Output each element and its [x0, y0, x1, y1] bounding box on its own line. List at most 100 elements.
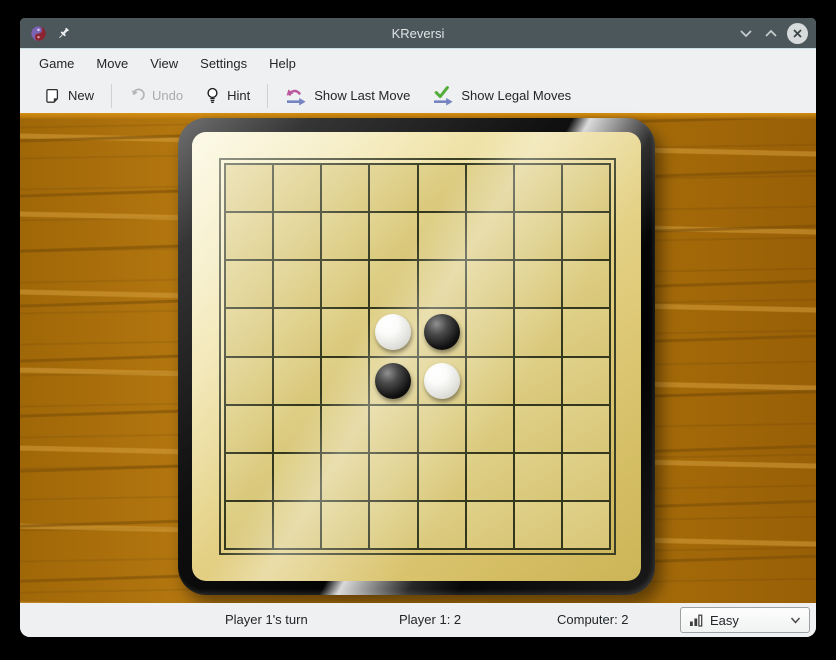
board-cell[interactable] [467, 261, 513, 307]
board-cell[interactable] [419, 309, 465, 355]
board-cell[interactable] [322, 309, 368, 355]
board-cell[interactable] [419, 502, 465, 548]
turn-status-text: Player 1's turn [225, 603, 308, 637]
board-cell[interactable] [226, 454, 272, 500]
player1-score-text: Player 1: 2 [399, 603, 461, 637]
board-cell[interactable] [370, 309, 416, 355]
board-cell[interactable] [370, 165, 416, 211]
computer-score-text: Computer: 2 [557, 603, 629, 637]
board-cell[interactable] [515, 406, 561, 452]
difficulty-dropdown[interactable]: Easy [680, 607, 810, 633]
board-cell[interactable] [467, 406, 513, 452]
board-cell[interactable] [274, 261, 320, 307]
board-cell[interactable] [467, 502, 513, 548]
board-cell[interactable] [515, 454, 561, 500]
window-title: KReversi [20, 26, 816, 41]
board-cell[interactable] [274, 502, 320, 548]
board-cell[interactable] [467, 454, 513, 500]
board-cell[interactable] [563, 165, 609, 211]
board-cell[interactable] [563, 502, 609, 548]
board-cell[interactable] [419, 165, 465, 211]
board-grid [224, 163, 611, 550]
board-cell[interactable] [370, 502, 416, 548]
board-cell[interactable] [515, 502, 561, 548]
difficulty-bars-icon [689, 613, 703, 627]
menubar: Game Move View Settings Help [20, 49, 816, 78]
board-cell[interactable] [322, 406, 368, 452]
black-piece [424, 314, 460, 350]
board-cell[interactable] [419, 213, 465, 259]
menu-settings[interactable]: Settings [189, 49, 258, 78]
board-cell[interactable] [467, 165, 513, 211]
board-cell[interactable] [322, 261, 368, 307]
board-cell[interactable] [515, 261, 561, 307]
board-cell[interactable] [370, 213, 416, 259]
board-cell[interactable] [370, 261, 416, 307]
show-last-move-label: Show Last Move [314, 88, 410, 103]
board-cell[interactable] [563, 454, 609, 500]
board-cell[interactable] [322, 454, 368, 500]
undo-arrow-icon [129, 88, 145, 104]
board-cell[interactable] [274, 309, 320, 355]
hint-button[interactable]: Hint [194, 81, 261, 111]
board-cell[interactable] [467, 213, 513, 259]
new-button[interactable]: New [34, 81, 105, 111]
board-cell[interactable] [370, 406, 416, 452]
board-cell[interactable] [274, 406, 320, 452]
menu-view[interactable]: View [139, 49, 189, 78]
game-area-wood-background [20, 113, 816, 603]
titlebar[interactable]: KReversi [20, 18, 816, 49]
board-cell[interactable] [322, 165, 368, 211]
board-cell[interactable] [563, 358, 609, 404]
board-cell[interactable] [563, 213, 609, 259]
menu-help[interactable]: Help [258, 49, 307, 78]
board-cell[interactable] [322, 213, 368, 259]
minimize-chevron-down-icon[interactable] [737, 24, 755, 42]
board-cell[interactable] [226, 165, 272, 211]
board-cell[interactable] [563, 406, 609, 452]
hint-lightbulb-icon [205, 87, 220, 104]
board-cell[interactable] [226, 358, 272, 404]
board-cell[interactable] [274, 165, 320, 211]
board-cell[interactable] [226, 309, 272, 355]
maximize-chevron-up-icon[interactable] [762, 24, 780, 42]
board-cell[interactable] [274, 454, 320, 500]
board-cell[interactable] [226, 213, 272, 259]
board-cell[interactable] [419, 358, 465, 404]
board-cell[interactable] [419, 454, 465, 500]
toolbar-separator [111, 84, 112, 108]
board-cell[interactable] [419, 406, 465, 452]
menu-game[interactable]: Game [28, 49, 85, 78]
board-gold-surface [192, 132, 641, 581]
board-grid-frame [219, 158, 616, 555]
board-cell[interactable] [226, 502, 272, 548]
board-cell[interactable] [467, 358, 513, 404]
board-cell[interactable] [370, 454, 416, 500]
reversi-board [178, 118, 655, 595]
board-cell[interactable] [322, 358, 368, 404]
menu-move[interactable]: Move [85, 49, 139, 78]
board-cell[interactable] [226, 406, 272, 452]
board-cell[interactable] [563, 261, 609, 307]
board-cell[interactable] [563, 309, 609, 355]
board-cell[interactable] [370, 358, 416, 404]
undo-button[interactable]: Undo [118, 81, 194, 111]
board-cell[interactable] [515, 165, 561, 211]
undo-button-label: Undo [152, 88, 183, 103]
show-legal-moves-button[interactable]: Show Legal Moves [421, 81, 582, 111]
board-cell[interactable] [419, 261, 465, 307]
board-cell[interactable] [467, 309, 513, 355]
white-piece [375, 314, 411, 350]
last-move-arrow-icon [285, 86, 307, 106]
board-cell[interactable] [274, 213, 320, 259]
board-cell[interactable] [226, 261, 272, 307]
difficulty-selected-value: Easy [710, 613, 739, 628]
board-cell[interactable] [322, 502, 368, 548]
show-last-move-button[interactable]: Show Last Move [274, 81, 421, 111]
window-controls [737, 18, 808, 48]
close-icon[interactable] [787, 23, 808, 44]
board-cell[interactable] [515, 358, 561, 404]
board-cell[interactable] [515, 213, 561, 259]
board-cell[interactable] [274, 358, 320, 404]
board-cell[interactable] [515, 309, 561, 355]
